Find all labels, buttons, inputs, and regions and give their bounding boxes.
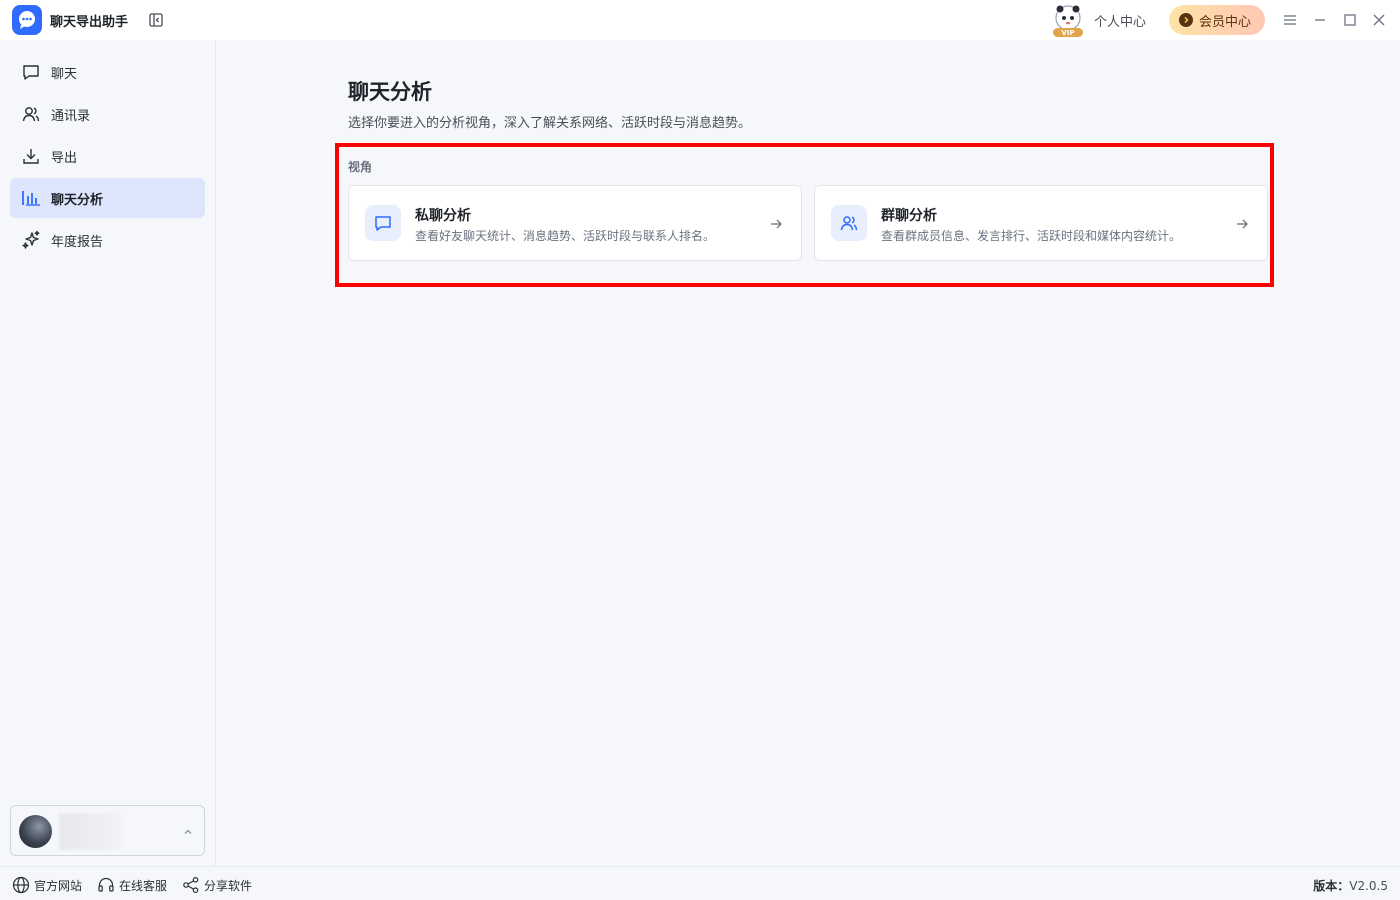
page-subtitle: 选择你要进入的分析视角，深入了解关系网络、活跃时段与消息趋势。 (348, 116, 752, 131)
sidebar-item-label: 导出 (51, 151, 78, 166)
footer-link-label: 在线客服 (119, 878, 168, 893)
download-icon (21, 146, 41, 166)
status-bar: 官方网站 在线客服 分享软件 版本：V2.0.5 (0, 866, 1400, 900)
chat-bubble-icon (365, 205, 401, 241)
group-chat-analysis-card[interactable]: 群聊分析 查看群成员信息、发言排行、活跃时段和媒体内容统计。 (814, 185, 1268, 261)
vip-avatar[interactable]: VIP (1050, 4, 1086, 38)
share-icon (183, 876, 199, 894)
share-software-link[interactable]: 分享软件 (182, 876, 252, 894)
chevron-up-icon (181, 824, 195, 838)
maximize-icon[interactable] (1342, 12, 1358, 28)
user-name-redacted (59, 813, 121, 850)
bar-chart-icon (21, 188, 41, 208)
sidebar-item-export[interactable]: 导出 (10, 136, 205, 176)
headset-icon (98, 877, 114, 892)
section-label: 视角 (348, 160, 373, 174)
official-website-link[interactable]: 官方网站 (12, 876, 82, 894)
vip-badge-text: VIP (1061, 29, 1074, 37)
member-center-label: 会员中心 (1199, 14, 1252, 30)
sidebar-item-chat[interactable]: 聊天 (10, 52, 205, 92)
member-center-button[interactable]: 会员中心 (1169, 5, 1265, 35)
contacts-icon (21, 104, 41, 124)
app-title: 聊天导出助手 (50, 15, 129, 30)
footer-link-label: 官方网站 (34, 878, 83, 893)
globe-icon (12, 876, 30, 894)
title-bar: 聊天导出助手 VIP 个人中心 会员中心 (0, 0, 1400, 40)
sidebar-item-label: 聊天分析 (51, 193, 104, 208)
sidebar-collapse-icon[interactable] (148, 12, 164, 28)
sidebar-item-contacts[interactable]: 通讯录 (10, 94, 205, 134)
sidebar-item-label: 通讯录 (51, 109, 91, 124)
chat-bubble-icon (21, 62, 41, 82)
footer-link-label: 分享软件 (204, 878, 253, 893)
sidebar: 聊天 通讯录 导出 聊天分析 年度报告 (0, 40, 216, 866)
menu-icon[interactable] (1282, 12, 1298, 28)
sidebar-item-chat-analysis[interactable]: 聊天分析 (10, 178, 205, 218)
sidebar-item-label: 聊天 (51, 67, 78, 82)
card-description: 查看好友聊天统计、消息趋势、活跃时段与联系人排名。 (415, 229, 716, 243)
avatar (19, 815, 52, 848)
sparkles-icon (21, 230, 41, 250)
private-chat-analysis-card[interactable]: 私聊分析 查看好友聊天统计、消息趋势、活跃时段与联系人排名。 (348, 185, 802, 261)
personal-center-link[interactable]: 个人中心 (1094, 11, 1146, 30)
arrow-right-icon (1235, 216, 1249, 230)
app-logo-icon (12, 5, 42, 35)
card-title: 群聊分析 (881, 208, 937, 224)
sidebar-item-annual-report[interactable]: 年度报告 (10, 220, 205, 260)
version-label: 版本： (1313, 879, 1350, 893)
version-value: V2.0.5 (1349, 879, 1388, 893)
close-icon[interactable] (1371, 12, 1387, 28)
page-title: 聊天分析 (348, 80, 432, 104)
version-info: 版本：V2.0.5 (1313, 877, 1388, 894)
card-description: 查看群成员信息、发言排行、活跃时段和媒体内容统计。 (881, 229, 1182, 243)
user-account-switcher[interactable] (10, 805, 205, 856)
sidebar-item-label: 年度报告 (51, 235, 104, 250)
users-icon (831, 205, 867, 241)
minimize-icon[interactable] (1312, 12, 1328, 28)
card-title: 私聊分析 (415, 208, 471, 224)
online-support-link[interactable]: 在线客服 (97, 876, 167, 894)
arrow-right-icon (769, 216, 783, 230)
arrow-right-icon (1179, 13, 1193, 27)
